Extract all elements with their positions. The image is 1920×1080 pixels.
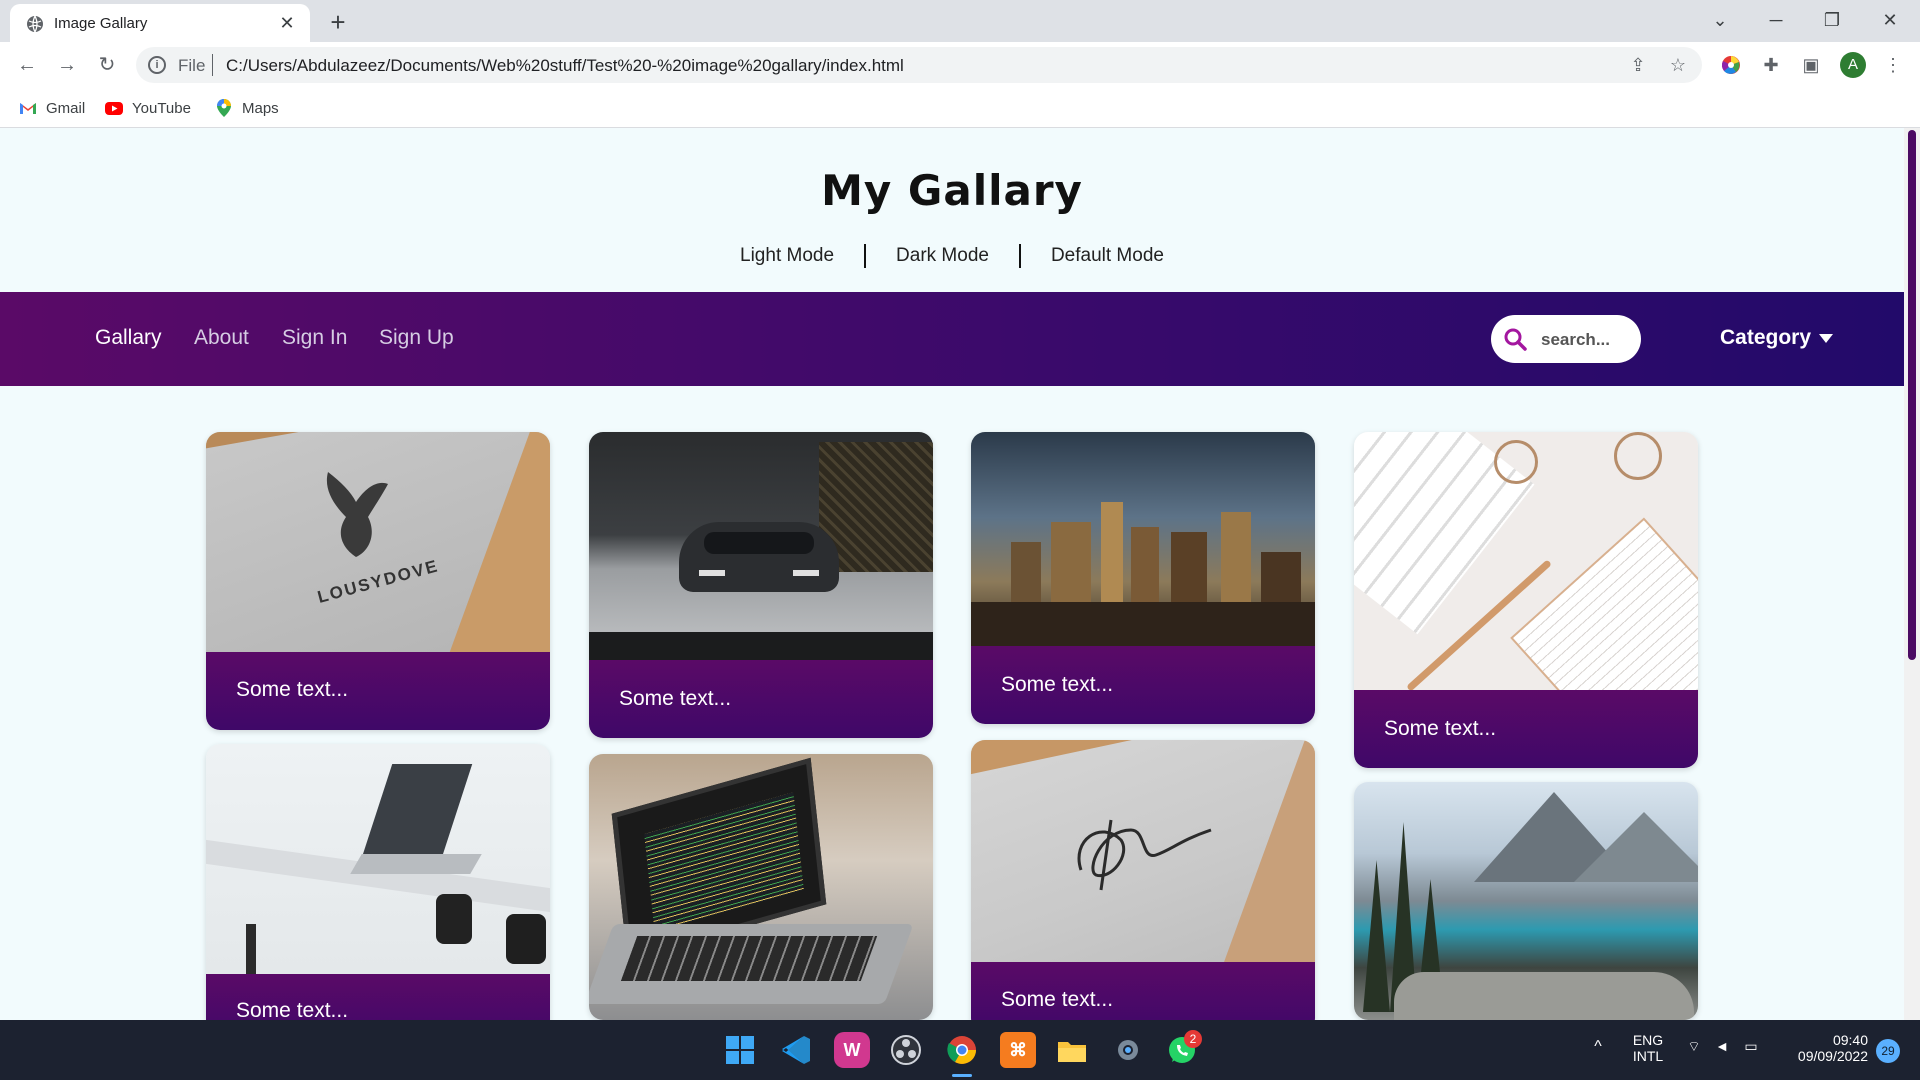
bookmark-gmail[interactable]: Gmail <box>18 96 85 120</box>
card-caption: Some text... <box>1354 690 1698 768</box>
wifi-icon[interactable]: ⌔ <box>1684 1038 1704 1056</box>
gallery-image <box>1354 782 1698 1020</box>
color-wheel-extension-icon[interactable] <box>1718 52 1744 78</box>
nav-link-sign-up[interactable]: Sign Up <box>379 326 454 350</box>
gallery-card[interactable] <box>589 754 933 1020</box>
search-icon <box>1504 328 1527 351</box>
webstorm-style-icon[interactable]: W <box>834 1032 870 1068</box>
close-window-button[interactable]: ✕ <box>1872 6 1908 34</box>
vscode-icon[interactable] <box>778 1032 814 1068</box>
info-icon[interactable]: i <box>148 56 166 74</box>
gallery-card[interactable]: Some text... <box>1354 432 1698 768</box>
gallery-card[interactable]: Some text... <box>971 740 1315 1020</box>
reload-icon[interactable]: ↻ <box>92 50 122 80</box>
card-caption: Some text... <box>206 652 550 730</box>
card-caption: Some text... <box>971 962 1315 1020</box>
page-viewport: My Gallary Light Mode Dark Mode Default … <box>0 128 1904 1020</box>
dark-mode-link[interactable]: Dark Mode <box>866 245 1019 267</box>
bookmark-label: Gmail <box>46 99 86 117</box>
side-panel-icon[interactable]: ▣ <box>1798 52 1824 78</box>
chrome-icon[interactable] <box>944 1032 980 1068</box>
gallery-image <box>206 744 550 974</box>
battery-icon[interactable]: ▭ <box>1740 1038 1762 1055</box>
tab-search-chevron-icon[interactable]: ⌄ <box>1702 6 1738 34</box>
language-code: ENG <box>1632 1032 1664 1048</box>
gallery-card[interactable]: LOUSYDOVE Some text... <box>206 432 550 730</box>
gallery-image <box>971 432 1315 646</box>
volume-icon[interactable]: ◄ <box>1712 1038 1732 1054</box>
language-indicator[interactable]: ENG INTL <box>1628 1032 1668 1064</box>
obs-icon[interactable] <box>888 1032 924 1068</box>
maps-icon <box>217 99 231 117</box>
active-app-indicator <box>952 1074 972 1077</box>
bookmark-youtube[interactable]: YouTube <box>104 96 191 120</box>
clock-time: 09:40 <box>1832 1032 1868 1048</box>
gallery-card[interactable]: Some text... <box>206 744 550 1020</box>
whatsapp-badge: 2 <box>1184 1030 1202 1048</box>
bookmark-maps[interactable]: Maps <box>214 96 279 120</box>
search-placeholder: search... <box>1541 330 1610 349</box>
gallery-image: LOUSYDOVE <box>206 432 550 652</box>
url-separator <box>212 54 213 76</box>
gmail-icon <box>20 103 36 114</box>
gallery-card[interactable] <box>1354 782 1698 1020</box>
category-label: Category <box>1720 326 1812 349</box>
notification-badge[interactable]: 29 <box>1876 1039 1900 1063</box>
keyboard-layout: INTL <box>1632 1048 1664 1064</box>
gallery-image <box>589 754 933 1020</box>
main-navbar: Gallary About Sign In Sign Up search... … <box>0 292 1904 386</box>
gallery-image <box>589 432 933 660</box>
new-tab-button[interactable]: + <box>324 8 352 36</box>
address-bar[interactable]: i File C:/Users/Abdulazeez/Documents/Web… <box>136 47 1702 83</box>
scrollbar-thumb[interactable] <box>1908 130 1916 660</box>
bookmarks-bar: Gmail YouTube Maps <box>0 88 1920 128</box>
card-caption: Some text... <box>206 974 550 1020</box>
bookmark-star-icon[interactable]: ☆ <box>1666 53 1690 77</box>
search-input[interactable]: search... <box>1491 315 1641 363</box>
light-mode-link[interactable]: Light Mode <box>710 245 864 267</box>
settings-gear-icon[interactable] <box>1110 1032 1146 1068</box>
clock[interactable]: 09:40 09/09/2022 <box>1778 1032 1868 1064</box>
profile-avatar[interactable]: A <box>1840 52 1866 78</box>
clock-date: 09/09/2022 <box>1797 1048 1868 1064</box>
restore-button[interactable]: ❐ <box>1814 6 1850 34</box>
share-icon[interactable]: ⇪ <box>1626 53 1650 77</box>
bookmark-label: YouTube <box>132 99 191 117</box>
windows-start-icon[interactable] <box>722 1032 758 1068</box>
minimize-button[interactable]: ─ <box>1758 6 1794 34</box>
caret-down-icon <box>1819 333 1834 343</box>
gallery-card[interactable]: Some text... <box>589 432 933 738</box>
gallery-card[interactable]: Some text... <box>971 432 1315 724</box>
gallery-image <box>971 740 1315 962</box>
youtube-icon <box>105 102 123 115</box>
browser-tab-strip: Image Gallary ✕ + ⌄ ─ ❐ ✕ <box>0 0 1920 42</box>
nav-link-gallary[interactable]: Gallary <box>95 326 162 350</box>
extensions-puzzle-icon[interactable]: ✚ <box>1758 52 1784 78</box>
xampp-icon[interactable]: ⌘ <box>1000 1032 1036 1068</box>
url-text[interactable]: C:/Users/Abdulazeez/Documents/Web%20stuf… <box>226 56 904 76</box>
default-mode-link[interactable]: Default Mode <box>1021 245 1194 267</box>
forward-arrow-icon[interactable]: → <box>52 50 82 80</box>
show-hidden-icons-chevron-icon[interactable]: ^ <box>1588 1038 1608 1056</box>
theme-mode-switcher: Light Mode Dark Mode Default Mode <box>0 244 1904 268</box>
bookmark-label: Maps <box>242 99 279 117</box>
browser-tab[interactable]: Image Gallary ✕ <box>10 4 310 42</box>
menu-kebab-icon[interactable]: ⋮ <box>1880 52 1906 78</box>
gallery-image <box>1354 432 1698 690</box>
windows-taskbar: W ⌘ 2 ^ ENG INTL ⌔ ◄ ▭ 09:40 09/09/2022 <box>0 1020 1920 1080</box>
site-title: My Gallary <box>821 166 1083 215</box>
nav-link-sign-in[interactable]: Sign In <box>282 326 347 350</box>
category-dropdown[interactable]: Category <box>1720 326 1834 350</box>
nav-link-about[interactable]: About <box>194 326 249 350</box>
browser-toolbar: ← → ↻ i File C:/Users/Abdulazeez/Documen… <box>0 42 1920 88</box>
page-scrollbar[interactable] <box>1904 128 1920 1020</box>
tab-title: Image Gallary <box>54 15 148 32</box>
globe-icon <box>27 15 43 33</box>
back-arrow-icon[interactable]: ← <box>12 50 42 80</box>
close-tab-icon[interactable]: ✕ <box>276 12 298 34</box>
card-caption: Some text... <box>589 660 933 738</box>
card-caption: Some text... <box>971 646 1315 724</box>
url-scheme: File <box>178 56 206 75</box>
file-explorer-icon[interactable] <box>1054 1032 1090 1068</box>
